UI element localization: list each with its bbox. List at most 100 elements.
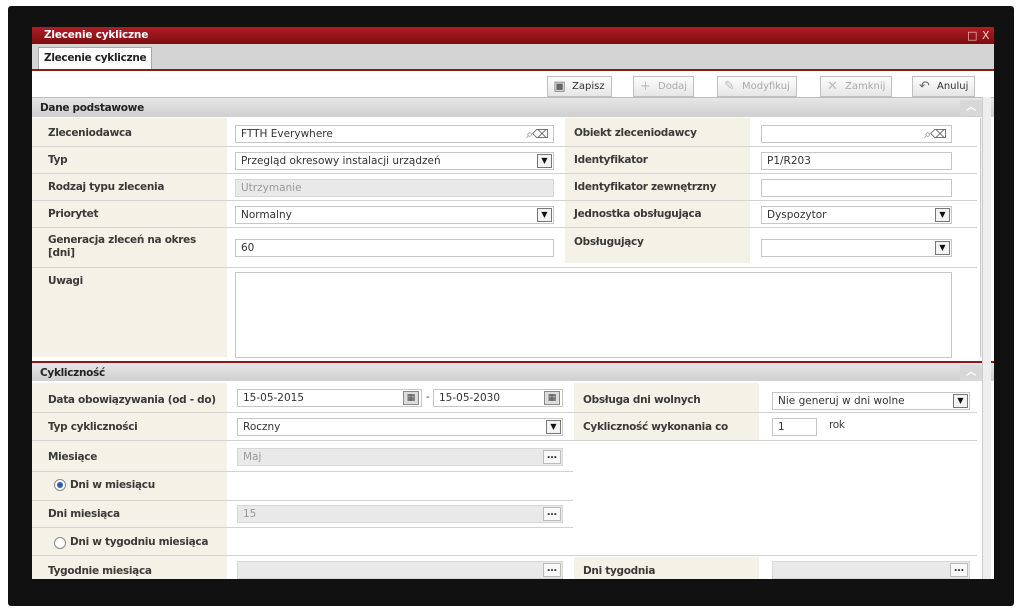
dropdown-arrow-icon[interactable]: ▼: [537, 154, 552, 168]
client-value: FTTH Everywhere: [241, 128, 333, 140]
months-label: Miesiące: [48, 451, 98, 463]
row-divider: [32, 500, 573, 501]
ext-identifier-label: Identyfikator zewnętrzny: [574, 181, 717, 193]
date-to-field[interactable]: 15-05-2030 ▦: [433, 389, 563, 407]
priority-select[interactable]: Normalny ▼: [235, 206, 554, 224]
undo-icon: ↶: [919, 79, 930, 94]
close-button[interactable]: ✕ Zamknij: [820, 76, 893, 97]
priority-label: Priorytet: [48, 208, 99, 220]
dropdown-arrow-icon[interactable]: ▼: [537, 208, 552, 222]
tab-strip: Zlecenie cykliczne: [32, 44, 994, 71]
date-separator: -: [426, 391, 430, 403]
unit-label: Jednostka obsługująca: [574, 208, 702, 220]
eraser-icon[interactable]: ⌫: [930, 126, 947, 142]
dropdown-arrow-icon[interactable]: ▼: [953, 394, 968, 408]
ellipsis-icon[interactable]: …: [543, 450, 561, 464]
row-divider: [32, 146, 977, 147]
add-button[interactable]: + Dodaj: [633, 76, 695, 97]
maximize-icon[interactable]: □: [967, 27, 977, 44]
days-in-week-radio[interactable]: [54, 537, 66, 549]
every-unit: rok: [829, 419, 845, 431]
basic-section-title: Dane podstawowe: [40, 102, 144, 114]
dialog-window: Zlecenie cykliczne □ X Zlecenie cykliczn…: [32, 27, 994, 579]
generation-label: Generacja zleceń na okres [dni]: [48, 234, 196, 259]
dropdown-arrow-icon[interactable]: ▼: [546, 420, 561, 434]
weeks-label: Tygodnie miesiąca: [48, 565, 152, 577]
modify-button[interactable]: ✎ Modyfikuj: [717, 76, 797, 97]
calendar-icon[interactable]: ▦: [544, 391, 560, 405]
identifier-label: Identyfikator: [574, 154, 648, 166]
window-titlebar: Zlecenie cykliczne □ X: [32, 27, 994, 44]
basic-section-header[interactable]: Dane podstawowe ︿: [32, 97, 994, 117]
month-days-label: Dni miesiąca: [48, 508, 120, 520]
ellipsis-icon[interactable]: …: [543, 563, 561, 577]
type-select[interactable]: Przegląd okresowy instalacji urządzeń ▼: [235, 152, 554, 170]
eraser-icon[interactable]: ⌫: [532, 126, 549, 142]
free-days-value: Nie generuj w dni wolne: [778, 395, 905, 407]
save-icon: ▣: [553, 79, 566, 94]
row-divider: [32, 440, 977, 441]
identifier-field[interactable]: P1/R203: [761, 152, 952, 170]
handler-select[interactable]: ▼: [761, 239, 952, 257]
date-from-field[interactable]: 15-05-2015 ▦: [237, 389, 422, 407]
cycle-type-select[interactable]: Roczny ▼: [237, 418, 563, 436]
client-label: Zleceniodawca: [48, 127, 132, 139]
close-label: Zamknij: [845, 81, 886, 92]
notes-label: Uwagi: [48, 275, 83, 287]
unit-select[interactable]: Dyspozytor ▼: [761, 206, 952, 224]
save-button[interactable]: ▣ Zapisz: [547, 76, 612, 97]
dropdown-arrow-icon[interactable]: ▼: [935, 208, 950, 222]
row-divider: [32, 173, 977, 174]
validity-label: Data obowiązywania (od - do): [48, 394, 216, 406]
collapse-icon[interactable]: ︿: [960, 365, 982, 381]
add-label: Dodaj: [658, 81, 688, 92]
month-days-field[interactable]: 15 …: [237, 505, 563, 523]
window-title: Zlecenie cykliczne: [44, 29, 149, 41]
months-value: Maj: [243, 451, 262, 463]
close-window-icon[interactable]: X: [982, 27, 990, 44]
date-from-value: 15-05-2015: [243, 392, 305, 404]
row-divider: [32, 555, 977, 556]
days-in-week-label: Dni w tygodniu miesiąca: [70, 536, 209, 548]
ext-identifier-field[interactable]: [761, 179, 952, 197]
row-divider: [32, 200, 977, 201]
days-in-month-label: Dni w miesiącu: [70, 479, 155, 491]
cycle-type-value: Roczny: [243, 421, 281, 433]
ellipsis-icon[interactable]: …: [543, 507, 561, 521]
type-value: Przegląd okresowy instalacji urządzeń: [241, 155, 441, 167]
row-divider: [32, 267, 977, 268]
collapse-icon[interactable]: ︿: [960, 100, 982, 116]
unit-value: Dyspozytor: [767, 209, 827, 221]
cycle-section-title: Cykliczność: [40, 367, 105, 379]
save-label: Zapisz: [572, 81, 605, 92]
order-type-label: Rodzaj typu zlecenia: [48, 181, 165, 193]
order-type-field: Utrzymanie: [235, 179, 554, 197]
priority-value: Normalny: [241, 209, 292, 221]
calendar-icon[interactable]: ▦: [403, 391, 419, 405]
months-field[interactable]: Maj …: [237, 448, 563, 466]
cycle-section-header[interactable]: Cykliczność ︿: [32, 361, 994, 381]
row-divider: [32, 471, 573, 472]
row-divider: [32, 227, 977, 228]
weekdays-field[interactable]: …: [772, 561, 970, 579]
toolbar: ▣ Zapisz + Dodaj ✎ Modyfikuj ✕ Zamknij ↶…: [32, 73, 994, 99]
tab-zlecenie-cykliczne[interactable]: Zlecenie cykliczne: [38, 47, 153, 69]
generation-field[interactable]: 60: [235, 239, 554, 257]
client-field[interactable]: FTTH Everywhere ⌕ ⌫: [235, 125, 554, 143]
weeks-field[interactable]: …: [237, 561, 563, 579]
modify-label: Modyfikuj: [742, 81, 790, 92]
client-object-field[interactable]: ⌕ ⌫: [761, 125, 952, 143]
ellipsis-icon[interactable]: …: [950, 563, 968, 577]
row-divider: [32, 412, 977, 413]
type-label: Typ: [48, 154, 68, 166]
every-label: Cykliczność wykonania co: [583, 421, 728, 433]
notes-textarea[interactable]: [235, 272, 952, 358]
scrollbar-main[interactable]: [982, 97, 991, 579]
every-field[interactable]: 1: [772, 418, 817, 436]
free-days-select[interactable]: Nie generuj w dni wolne ▼: [772, 392, 970, 410]
days-in-month-radio[interactable]: [54, 479, 66, 491]
dropdown-arrow-icon[interactable]: ▼: [935, 241, 950, 255]
weekdays-label: Dni tygodnia: [583, 565, 656, 577]
cancel-button[interactable]: ↶ Anuluj: [912, 76, 976, 97]
month-days-value: 15: [243, 508, 257, 520]
